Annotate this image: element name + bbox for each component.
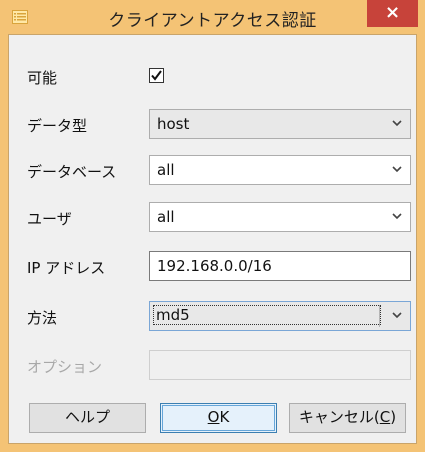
- method-value: md5: [153, 305, 381, 325]
- help-button-label: ヘルプ: [64, 408, 110, 426]
- help-button[interactable]: ヘルプ: [29, 403, 146, 433]
- options-input[interactable]: [149, 350, 411, 380]
- cancel-button[interactable]: キャンセル(C): [289, 403, 406, 433]
- enabled-checkbox[interactable]: [149, 68, 164, 83]
- user-value: all: [157, 208, 175, 226]
- ip-address-value: 192.168.0.0/16: [157, 257, 272, 275]
- method-select[interactable]: md5: [149, 301, 411, 331]
- cancel-button-label: キャンセル(C): [298, 408, 397, 426]
- method-label: 方法: [27, 309, 58, 327]
- options-label: オプション: [27, 358, 103, 376]
- dialog-body: 可能 データ型 host データベース all ユーザ all IP アドレス …: [8, 34, 417, 444]
- chevron-down-icon: [392, 166, 402, 173]
- data-type-value: host: [157, 115, 190, 133]
- chevron-down-icon: [392, 120, 402, 127]
- chevron-down-icon: [392, 213, 402, 220]
- database-value: all: [157, 161, 175, 179]
- ok-button-label: OK: [207, 408, 230, 426]
- data-type-label: データ型: [27, 117, 88, 135]
- ok-button[interactable]: OK: [160, 403, 277, 433]
- ip-address-input[interactable]: 192.168.0.0/16: [149, 251, 411, 281]
- combo-divider: [379, 305, 380, 327]
- database-combobox[interactable]: all: [149, 155, 411, 185]
- user-label: ユーザ: [27, 210, 72, 228]
- title-bar[interactable]: クライアントアクセス認証 ×: [0, 0, 425, 34]
- user-combobox[interactable]: all: [149, 202, 411, 232]
- ip-address-label: IP アドレス: [27, 259, 106, 277]
- data-type-select[interactable]: host: [149, 109, 411, 139]
- database-label: データベース: [27, 163, 117, 181]
- close-button[interactable]: ×: [367, 0, 418, 27]
- client-auth-dialog: クライアントアクセス認証 × 可能 データ型 host データベース all ユ…: [0, 0, 425, 452]
- chevron-down-icon: [392, 312, 402, 319]
- close-icon: ×: [384, 2, 401, 23]
- dialog-title: クライアントアクセス認証: [108, 11, 317, 31]
- checkmark-icon: [151, 70, 162, 81]
- enabled-label: 可能: [27, 69, 58, 87]
